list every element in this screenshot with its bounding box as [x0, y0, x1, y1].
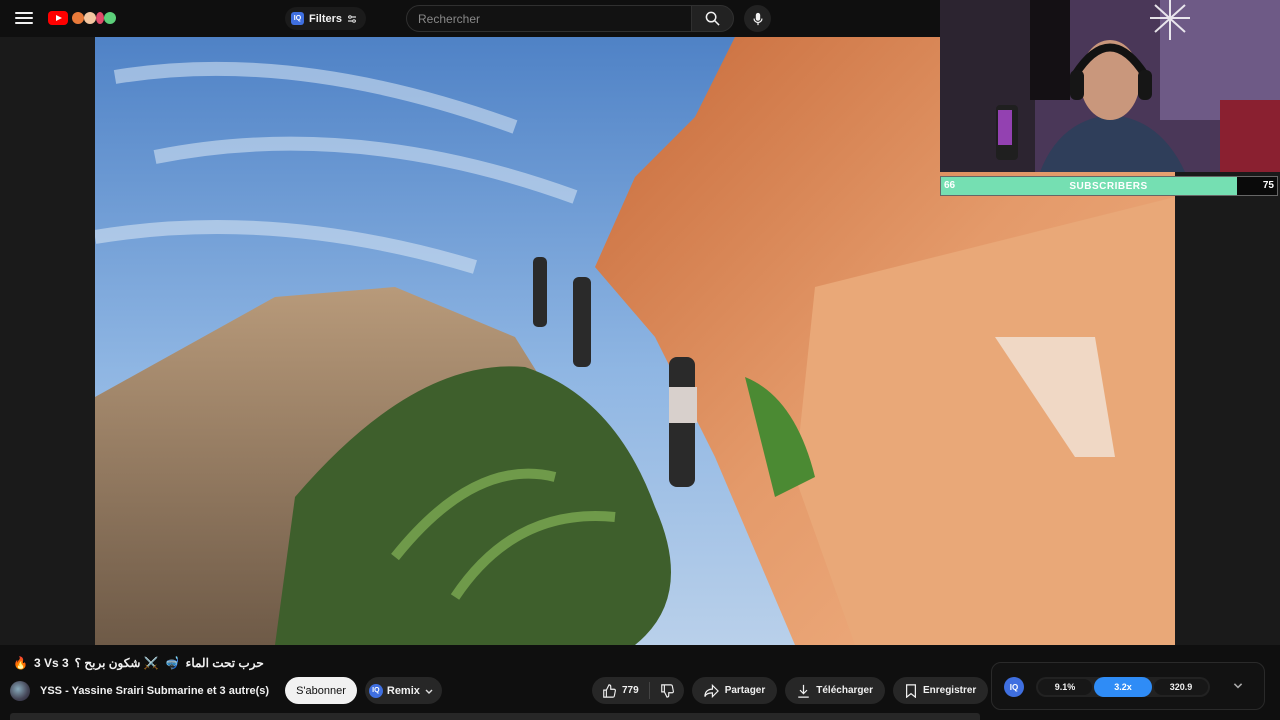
- dislike-button[interactable]: [650, 677, 684, 704]
- dislike-icon: [660, 683, 674, 698]
- channel-row: YSS - Yassine Srairi Submarine et 3 autr…: [10, 677, 442, 704]
- video-title: 🔥 3 Vs 3 ⚔️ شكون بربح ؟ 🤿 حرب تحت الماء: [13, 654, 264, 672]
- iq-metric-pills: 9.1% 3.2x 320.9: [1036, 677, 1210, 697]
- menu-icon[interactable]: [14, 9, 34, 27]
- video-actions: 779 Partager Télécharger Enregistrer: [592, 677, 1024, 704]
- streamer-webcam-image: [940, 0, 1280, 172]
- subscribe-button[interactable]: S'abonner: [285, 677, 357, 704]
- like-dislike-group: 779: [592, 677, 684, 704]
- chevron-down-icon: [425, 689, 433, 694]
- save-label: Enregistrer: [922, 685, 977, 696]
- iq-logo-icon[interactable]: IQ: [1004, 677, 1024, 697]
- filters-icon: [348, 14, 357, 23]
- subscriber-goal-target: 75: [1262, 180, 1274, 191]
- channel-name[interactable]: YSS - Yassine Srairi Submarine et 3 autr…: [40, 685, 269, 697]
- video-title-mid: ⚔️ شكون بربح ؟: [74, 656, 159, 670]
- like-icon: [603, 683, 616, 698]
- iq-badge-icon: IQ: [291, 12, 304, 25]
- download-icon: [798, 684, 810, 698]
- voice-search-button[interactable]: [744, 5, 771, 32]
- save-button[interactable]: Enregistrer: [892, 677, 989, 704]
- filters-button[interactable]: IQ Filters: [285, 7, 367, 30]
- search-icon: [705, 11, 720, 26]
- webcam-overlay: [940, 0, 1280, 172]
- subscriber-goal-bar: 66 SUBSCRIBERS 75: [940, 176, 1278, 196]
- subscriber-goal-label: SUBSCRIBERS: [1069, 181, 1148, 192]
- logo-decoration-icon: [70, 10, 118, 26]
- search-placeholder: Rechercher: [418, 11, 481, 26]
- video-title-rtl: حرب تحت الماء: [185, 656, 264, 670]
- remix-button[interactable]: IQ Remix: [364, 677, 442, 704]
- iq-badge-icon: IQ: [368, 683, 383, 698]
- share-button[interactable]: Partager: [691, 677, 778, 704]
- chevron-down-icon[interactable]: [1232, 679, 1244, 691]
- video-title-ltr: 3 Vs 3: [33, 656, 69, 670]
- fire-emoji: 🔥: [13, 656, 28, 670]
- like-button[interactable]: 779: [592, 677, 649, 704]
- description-preview[interactable]: [10, 713, 980, 720]
- iq-metric-multiplier[interactable]: 3.2x: [1094, 677, 1152, 697]
- like-count: 779: [622, 685, 639, 696]
- download-button[interactable]: Télécharger: [785, 677, 885, 704]
- filters-label: Filters: [309, 12, 343, 25]
- remix-label: Remix: [386, 684, 420, 697]
- youtube-logo-icon: [48, 11, 68, 25]
- search-input[interactable]: Rechercher: [406, 5, 692, 32]
- channel-avatar[interactable]: [10, 680, 30, 701]
- search-button[interactable]: [691, 5, 734, 32]
- microphone-icon: [752, 12, 763, 25]
- diving-emoji: 🤿: [164, 656, 180, 670]
- iq-metric-percent[interactable]: 9.1%: [1038, 679, 1092, 695]
- iq-panel: IQ 9.1% 3.2x 320.9: [991, 662, 1265, 710]
- download-label: Télécharger: [816, 685, 873, 696]
- share-label: Partager: [724, 685, 766, 696]
- iq-metric-score[interactable]: 320.9: [1154, 679, 1208, 695]
- save-icon: [905, 683, 916, 698]
- youtube-logo[interactable]: [48, 10, 118, 26]
- top-bar: IQ Filters Rechercher: [0, 0, 940, 37]
- share-icon: [704, 683, 719, 698]
